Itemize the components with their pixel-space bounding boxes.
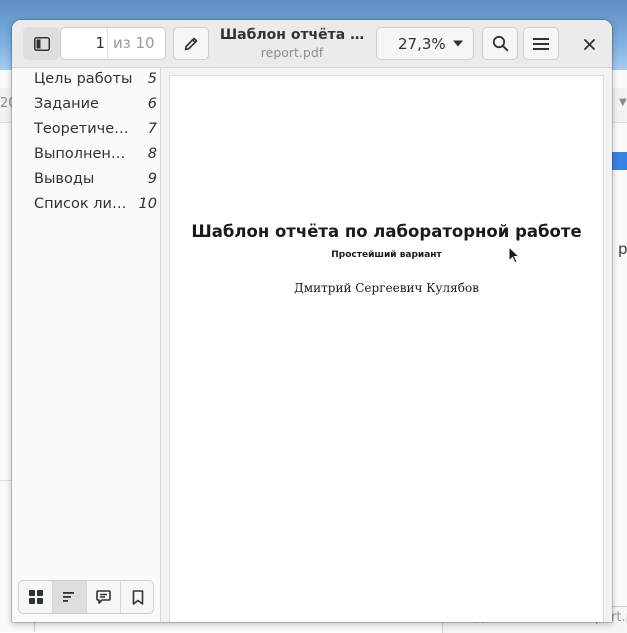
background-divider (0, 480, 12, 481)
document-view[interactable]: Шаблон отчёта по лабораторной работе Про… (161, 68, 612, 622)
tab-bookmarks[interactable] (121, 581, 153, 613)
outline-item[interactable]: Выводы 9 (34, 171, 157, 196)
mouse-pointer-icon (508, 245, 521, 268)
outline-item-label: Теоретичес… (34, 121, 134, 137)
sidebar-icon (33, 36, 50, 51)
background-text-fragment: р (618, 240, 627, 258)
document-viewer-window: 1 из 10 Шаблон отчёта … report.pdf 27,3% (12, 20, 612, 622)
page-number-entry[interactable]: 1 из 10 (60, 27, 166, 60)
outline-item-page: 5 (147, 71, 157, 87)
outline-item-label: Задание (34, 96, 99, 112)
sidebar-mode-switcher (18, 580, 154, 614)
outline-item-label: Выполнение… (34, 146, 134, 162)
background-dropdown-arrow-icon: ▼ (619, 97, 627, 108)
outline-item-page: 7 (147, 121, 157, 137)
outline-sidebar: Цель работы 5 Задание 6 Теоретичес… 7 Вы… (12, 68, 161, 622)
outline-item-page: 10 (138, 196, 157, 212)
document-title-block: Шаблон отчёта … report.pdf (217, 27, 367, 60)
search-button[interactable] (482, 27, 518, 60)
outline-item[interactable]: Теоретичес… 7 (34, 121, 157, 146)
thumbnails-grid-icon (28, 590, 43, 604)
outline-item-page: 6 (147, 96, 157, 112)
outline-item-label: Список лите… (34, 196, 134, 212)
window-title: Шаблон отчёта … (219, 27, 365, 43)
hamburger-menu-icon (533, 37, 549, 50)
annotations-comment-icon (96, 590, 111, 604)
tab-thumbnails[interactable] (19, 581, 53, 613)
close-icon (583, 38, 595, 50)
bookmark-icon (132, 589, 144, 605)
outline-item-page: 9 (147, 171, 157, 187)
window-subtitle: report.pdf (260, 45, 324, 60)
close-button[interactable] (574, 32, 604, 56)
chevron-down-icon (453, 40, 463, 47)
background-selection-highlight (612, 152, 627, 170)
page-entry-divider (107, 28, 108, 59)
main-menu-button[interactable] (523, 27, 559, 60)
outline-item[interactable]: Список лите… 10 (34, 196, 157, 221)
tab-annotations[interactable] (87, 581, 121, 613)
document-author: Дмитрий Сергеевич Кулябов (294, 281, 479, 295)
zoom-dropdown[interactable]: 27,3% (376, 27, 474, 60)
outline-list-icon (62, 592, 74, 602)
annotate-button[interactable] (173, 27, 209, 60)
outline-item[interactable]: Цель работы 5 (34, 71, 157, 96)
outline-item[interactable]: Выполнение… 8 (34, 146, 157, 171)
document-subtitle: Простейший вариант (331, 250, 442, 260)
page-total-label: из 10 (113, 34, 155, 52)
outline-item-label: Выводы (34, 171, 95, 187)
document-title: Шаблон отчёта по лабораторной работе (191, 222, 582, 241)
tab-outline[interactable] (53, 581, 87, 613)
header-bar: 1 из 10 Шаблон отчёта … report.pdf 27,3% (12, 20, 612, 68)
search-icon (492, 35, 508, 52)
outline-item-label: Цель работы (34, 71, 133, 87)
pencil-icon (184, 37, 198, 50)
current-page-field[interactable]: 1 (61, 28, 105, 59)
pdf-page: Шаблон отчёта по лабораторной работе Про… (170, 76, 603, 622)
outline-item[interactable]: Задание 6 (34, 96, 157, 121)
zoom-level-label: 27,3% (398, 34, 446, 53)
outline-item-page: 8 (147, 146, 157, 162)
sidebar-toggle-button[interactable] (23, 27, 60, 60)
